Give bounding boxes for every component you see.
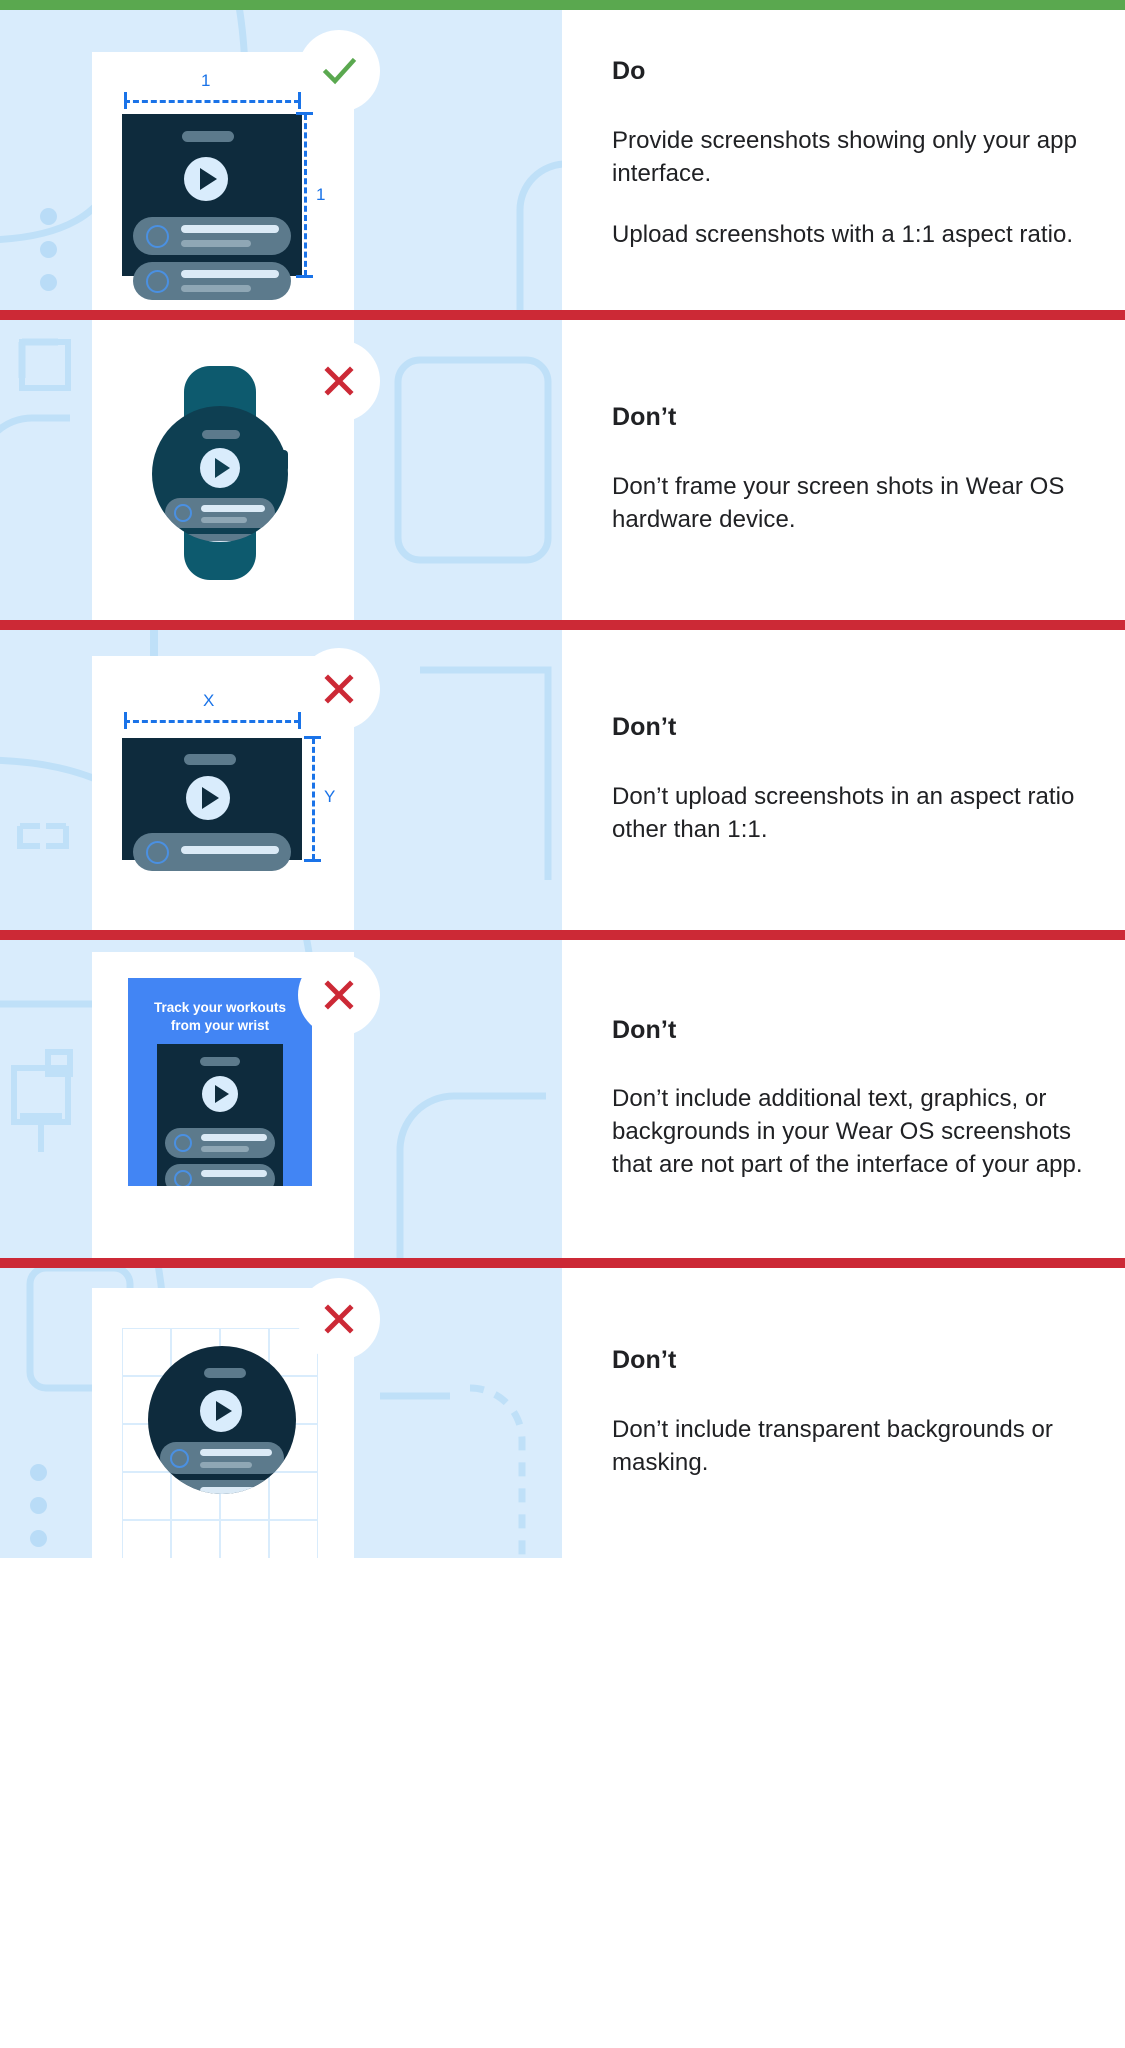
watch-case: [152, 406, 288, 542]
divider-rule-4: [0, 930, 1125, 940]
panel-dont-aspect-ratio: X Y Don’t Don’t upload screenshots in an…: [0, 630, 1125, 930]
divider-rule-2: [0, 310, 1125, 320]
dimension-line-width: [124, 720, 300, 723]
promo-headline-line2: from your wrist: [170, 1018, 270, 1033]
panel-paragraph: Upload screenshots with a 1:1 aspect rat…: [612, 220, 1074, 248]
panel-dont-transparent-background: Don’t Don’t include transparent backgrou…: [0, 1268, 1125, 1558]
panel-dont-hardware-frame: Don’t Don’t frame your screen shots in W…: [0, 320, 1125, 620]
close-icon: [324, 980, 354, 1010]
dot-grid-decoration: [30, 1464, 47, 1558]
status-pill: [202, 430, 240, 439]
illustration-do-aspect-ratio: 1 1: [0, 10, 562, 310]
status-badge-do: [298, 30, 380, 112]
panel-kicker: Don’t: [612, 1015, 677, 1044]
divider-rule-5: [0, 1258, 1125, 1268]
status-pill: [182, 131, 234, 142]
panel-dont-extra-graphics: Track your workouts from your wrist Don’…: [0, 940, 1125, 1258]
status-badge-dont: [298, 648, 380, 730]
play-button-icon: [200, 1390, 242, 1432]
dimension-cap-left: [124, 712, 127, 729]
dimension-cap-top: [304, 736, 321, 739]
status-badge-dont: [298, 340, 380, 422]
panel-paragraph: Don’t upload screenshots in an aspect ra…: [612, 782, 1075, 843]
panel-do-aspect-ratio: 1 1 Do Provide screenshots showing only …: [0, 10, 1125, 310]
copy-do-aspect-ratio: Do Provide screenshots showing only your…: [562, 10, 1125, 310]
list-row: [165, 534, 275, 542]
dimension-cap-top: [296, 112, 313, 115]
guidelines-infographic: 1 1 Do Provide screenshots showing only …: [0, 0, 1125, 2048]
dimension-label-height: Y: [324, 787, 336, 806]
panel-paragraph: Provide screenshots showing only your ap…: [612, 126, 1077, 187]
app-screenshot-card: [157, 1044, 283, 1186]
status-pill: [204, 1368, 246, 1378]
promotional-graphic-card: Track your workouts from your wrist: [128, 978, 312, 1186]
illustration-dont-extra-graphics: Track your workouts from your wrist: [0, 940, 562, 1258]
panel-kicker: Don’t: [612, 403, 677, 432]
dimension-cap-right: [298, 712, 301, 729]
status-pill: [184, 754, 236, 765]
dimension-cap-left: [124, 92, 127, 109]
play-button-icon: [186, 776, 230, 820]
dimension-cap-right: [298, 92, 301, 109]
play-button-icon: [202, 1076, 238, 1112]
list-row: [133, 217, 291, 255]
play-button-icon: [200, 448, 240, 488]
promo-headline-line1: Track your workouts: [153, 1000, 287, 1015]
list-row: [160, 1442, 284, 1474]
dot-grid-decoration: [40, 208, 57, 307]
panel-kicker: Don’t: [612, 713, 677, 742]
wear-os-watch-illustration: [152, 366, 288, 580]
status-badge-dont: [298, 954, 380, 1036]
panel-paragraph: Don’t frame your screen shots in Wear OS…: [612, 472, 1065, 533]
list-row: [165, 1128, 275, 1158]
close-icon: [324, 366, 354, 396]
app-screenshot-card: [122, 738, 302, 871]
panel-kicker: Don’t: [612, 1346, 677, 1375]
dimension-label-height: 1: [316, 185, 326, 204]
divider-rule-3: [0, 620, 1125, 630]
dimension-label-width: 1: [201, 71, 211, 90]
masked-app-circle: [148, 1346, 296, 1494]
panel-paragraph: Don’t include transparent backgrounds or…: [612, 1415, 1053, 1476]
copy-dont-aspect-ratio: Don’t Don’t upload screenshots in an asp…: [562, 630, 1125, 930]
status-badge-dont: [298, 1278, 380, 1360]
dimension-cap-bottom: [304, 859, 321, 862]
illustration-dont-transparent-background: [0, 1268, 562, 1558]
dimension-cap-bottom: [296, 275, 313, 278]
list-row: [165, 498, 275, 528]
check-icon: [322, 57, 357, 85]
dimension-label-width: X: [203, 691, 215, 710]
dimension-line-height: [304, 114, 307, 276]
list-row: [133, 262, 291, 300]
copy-dont-transparent-background: Don’t Don’t include transparent backgrou…: [562, 1268, 1125, 1558]
close-icon: [324, 674, 354, 704]
copy-dont-extra-graphics: Don’t Don’t include additional text, gra…: [562, 940, 1125, 1258]
dimension-line-height: [312, 738, 315, 860]
copy-dont-hardware-frame: Don’t Don’t frame your screen shots in W…: [562, 320, 1125, 620]
app-screenshot-card: [122, 114, 302, 300]
list-row: [133, 833, 291, 871]
dimension-line-width: [124, 100, 300, 103]
status-pill: [200, 1057, 240, 1066]
close-icon: [324, 1304, 354, 1334]
illustration-dont-aspect-ratio: X Y: [0, 630, 562, 930]
panel-paragraph: Don’t include additional text, graphics,…: [612, 1085, 1083, 1179]
list-row: [165, 1164, 275, 1186]
play-button-icon: [184, 157, 228, 201]
divider-rule-1: [0, 0, 1125, 10]
illustration-dont-hardware-frame: [0, 320, 562, 620]
list-row: [160, 1480, 284, 1494]
panel-kicker: Do: [612, 57, 646, 85]
